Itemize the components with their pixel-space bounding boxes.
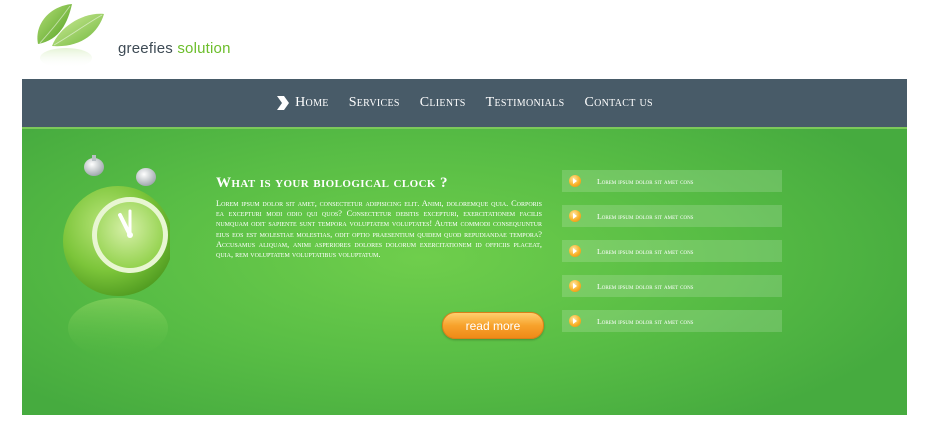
list-item[interactable]: Lorem ipsum dolor sit amet cons xyxy=(562,205,782,227)
nav-item-services[interactable]: Services xyxy=(349,95,400,111)
nav-item-label: Home xyxy=(295,95,329,110)
read-more-button[interactable]: read more xyxy=(442,312,544,339)
hero-body-text: Lorem ipsum dolor sit amet, consectetur … xyxy=(216,199,542,260)
orange-arrow-bullet-icon xyxy=(569,315,581,327)
leaf-logo-icon xyxy=(37,4,104,68)
nav-item-label: Services xyxy=(348,95,400,110)
brand-name: greefies solution xyxy=(118,40,231,57)
list-item[interactable]: Lorem ipsum dolor sit amet cons xyxy=(562,240,782,262)
brand-name-part1: greefies xyxy=(118,40,173,57)
logo[interactable]: greefies solution xyxy=(32,0,232,75)
list-item[interactable]: Lorem ipsum dolor sit amet cons xyxy=(562,310,782,332)
list-item[interactable]: Lorem ipsum dolor sit amet cons xyxy=(562,170,782,192)
brand-name-part2: solution xyxy=(172,40,231,57)
hero-title: What is your biological clock ? xyxy=(216,175,448,191)
nav-item-label: Clients xyxy=(419,95,466,110)
main-nav: Home Services Clients Testimonials Conta… xyxy=(22,79,907,129)
list-item-label: Lorem ipsum dolor sit amet cons xyxy=(597,281,694,291)
orange-arrow-bullet-icon xyxy=(569,245,581,257)
nav-item-clients[interactable]: Clients xyxy=(420,95,466,111)
nav-item-label: Testimonials xyxy=(485,95,565,110)
list-item-label: Lorem ipsum dolor sit amet cons xyxy=(597,316,694,326)
alarm-clock-icon xyxy=(63,155,170,358)
nav-item-contact[interactable]: Contact us xyxy=(584,95,652,111)
hero-banner: What is your biological clock ? Lorem ip… xyxy=(22,129,907,415)
list-item[interactable]: Lorem ipsum dolor sit amet cons xyxy=(562,275,782,297)
list-item-label: Lorem ipsum dolor sit amet cons xyxy=(597,211,694,221)
orange-arrow-bullet-icon xyxy=(569,280,581,292)
list-item-label: Lorem ipsum dolor sit amet cons xyxy=(597,176,694,186)
orange-arrow-bullet-icon xyxy=(569,210,581,222)
nav-item-home[interactable]: Home xyxy=(276,95,329,111)
chevron-right-icon xyxy=(277,96,290,110)
nav-item-testimonials[interactable]: Testimonials xyxy=(486,95,565,111)
feature-list: Lorem ipsum dolor sit amet cons Lorem ip… xyxy=(562,170,782,345)
list-item-label: Lorem ipsum dolor sit amet cons xyxy=(597,246,694,256)
orange-arrow-bullet-icon xyxy=(569,175,581,187)
nav-item-label: Contact us xyxy=(584,95,653,110)
